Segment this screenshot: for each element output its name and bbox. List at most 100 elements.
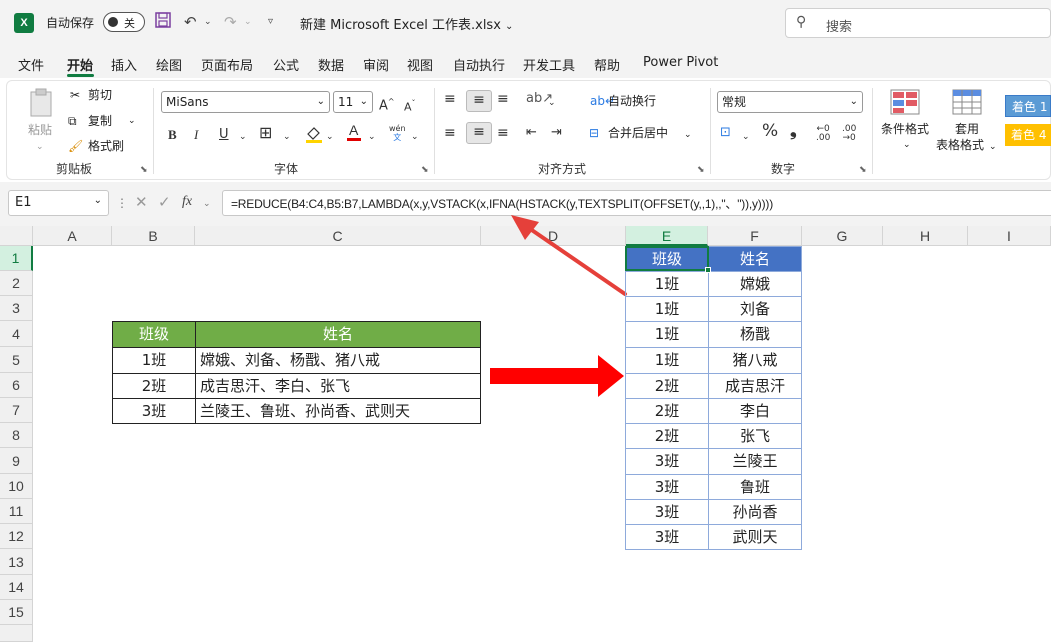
tab-automate[interactable]: 自动执行 (453, 55, 505, 74)
formula-input[interactable]: =REDUCE(B4:C4,B5:B7,LAMBDA(x,y,VSTACK(x,… (222, 190, 1051, 216)
result-cell-class[interactable]: 1班 (625, 296, 709, 322)
clipboard-launcher-icon[interactable]: ⬊ (140, 165, 148, 175)
customize-toolbar-icon[interactable]: ▿ (268, 12, 273, 32)
row-header[interactable]: 11 (0, 499, 33, 524)
decrease-indent-icon[interactable]: ⇤ (526, 124, 537, 142)
fill-color-icon[interactable] (305, 124, 323, 150)
sheet-grid[interactable] (33, 246, 1051, 642)
cut-button[interactable]: 剪切 (88, 86, 112, 104)
font-color-icon[interactable]: A (346, 122, 362, 148)
result-cell-name[interactable]: 武则天 (708, 524, 802, 550)
select-all-corner[interactable] (0, 226, 33, 246)
result-cell-class[interactable]: 1班 (625, 347, 709, 374)
align-bottom-icon[interactable]: ≡ (497, 90, 509, 108)
merge-center-icon[interactable]: ⊟ (589, 124, 599, 142)
align-middle-icon[interactable]: ≡ (466, 90, 492, 112)
cancel-icon[interactable]: ✕ (135, 193, 148, 211)
source-cell-names[interactable]: 兰陵王、鲁班、孙尚香、武则天 (195, 398, 481, 424)
copy-icon[interactable]: ⧉ (68, 112, 77, 130)
row-header[interactable]: 13 (0, 549, 33, 575)
format-as-table-dropdown-icon[interactable]: ⌄ (989, 138, 997, 156)
row-header[interactable]: 5 (0, 347, 33, 373)
fx-dropdown-icon[interactable]: ⌄ (203, 195, 211, 213)
source-header-class[interactable]: 班级 (112, 321, 196, 348)
enter-icon[interactable]: ✓ (158, 193, 171, 211)
increase-decimal-icon[interactable]: ←0.00 (816, 125, 830, 143)
result-cell-class[interactable]: 3班 (625, 474, 709, 500)
cut-icon[interactable]: ✂ (70, 86, 80, 104)
row-header[interactable]: 8 (0, 423, 33, 448)
result-cell-class[interactable]: 2班 (625, 373, 709, 399)
row-header[interactable]: 7 (0, 398, 33, 423)
column-header-g[interactable]: G (802, 226, 883, 246)
row-header[interactable]: 15 (0, 600, 33, 625)
result-cell-class[interactable]: 1班 (625, 321, 709, 348)
underline-dropdown-icon[interactable]: ⌄ (239, 128, 247, 146)
source-cell-class[interactable]: 2班 (112, 373, 196, 399)
result-cell-name[interactable]: 嫦娥 (708, 271, 802, 297)
copy-button[interactable]: 复制 (88, 112, 112, 130)
italic-button[interactable]: I (194, 126, 198, 144)
tab-page-layout[interactable]: 页面布局 (201, 55, 253, 74)
row-header[interactable]: 9 (0, 448, 33, 474)
tab-developer[interactable]: 开发工具 (523, 55, 575, 74)
undo-dropdown-icon[interactable]: ⌄ (204, 12, 212, 32)
underline-button[interactable]: U (219, 126, 229, 144)
phonetic-dropdown-icon[interactable]: ⌄ (411, 128, 419, 146)
column-header-a[interactable]: A (33, 226, 112, 246)
result-header-name[interactable]: 姓名 (708, 246, 802, 272)
undo-icon[interactable]: ↶ (184, 12, 197, 32)
currency-icon[interactable]: ⊡ (720, 124, 731, 142)
bold-button[interactable]: B (168, 126, 177, 144)
result-cell-name[interactable]: 孙尚香 (708, 499, 802, 525)
decrease-font-size-icon[interactable]: Aˇ (404, 95, 416, 117)
paste-button[interactable]: 粘贴 (28, 121, 52, 139)
result-cell-name[interactable]: 成吉思汗 (708, 373, 802, 399)
result-cell-name[interactable]: 刘备 (708, 296, 802, 322)
format-painter-icon[interactable]: 🖌 (68, 137, 83, 155)
search-box[interactable]: ⚲ 搜索 (785, 8, 1051, 38)
result-cell-class[interactable]: 3班 (625, 524, 709, 550)
align-right-icon[interactable]: ≡ (497, 124, 509, 142)
tab-view[interactable]: 视图 (407, 55, 433, 74)
name-box[interactable]: E1 ⌄ (8, 190, 109, 216)
result-cell-name[interactable]: 李白 (708, 398, 802, 424)
column-header-b[interactable]: B (112, 226, 195, 246)
autosave-toggle[interactable]: 关 (103, 12, 145, 32)
result-cell-class[interactable]: 3班 (625, 499, 709, 525)
alignment-launcher-icon[interactable]: ⬊ (697, 165, 705, 175)
currency-dropdown-icon[interactable]: ⌄ (742, 128, 750, 146)
row-header-partial[interactable] (0, 625, 33, 642)
row-header[interactable]: 10 (0, 474, 33, 499)
column-header-h[interactable]: H (883, 226, 968, 246)
conditional-format-icon[interactable] (890, 89, 920, 120)
tab-insert[interactable]: 插入 (111, 55, 137, 74)
insert-function-button[interactable]: fx (182, 193, 192, 211)
source-header-name[interactable]: 姓名 (195, 321, 481, 348)
result-cell-class[interactable]: 1班 (625, 271, 709, 297)
redo-dropdown-icon[interactable]: ⌄ (244, 12, 252, 32)
tab-data[interactable]: 数据 (318, 55, 344, 74)
phonetic-icon[interactable]: wén 文 (389, 124, 406, 142)
result-cell-name[interactable]: 杨戬 (708, 321, 802, 348)
wrap-text-button[interactable]: 自动换行 (608, 92, 656, 110)
result-cell-class[interactable]: 2班 (625, 398, 709, 424)
source-cell-class[interactable]: 1班 (112, 347, 196, 374)
align-left-icon[interactable]: ≡ (444, 124, 456, 142)
increase-font-size-icon[interactable]: A^ (379, 93, 395, 115)
copy-dropdown-icon[interactable]: ⌄ (128, 112, 136, 130)
row-header[interactable]: 3 (0, 296, 33, 321)
format-painter-button[interactable]: 格式刷 (88, 137, 124, 155)
fill-handle[interactable] (705, 267, 711, 273)
column-header-f[interactable]: F (708, 226, 802, 246)
row-header[interactable]: 14 (0, 575, 33, 600)
fill-color-dropdown-icon[interactable]: ⌄ (326, 128, 334, 146)
result-cell-name[interactable]: 鲁班 (708, 474, 802, 500)
font-launcher-icon[interactable]: ⬊ (421, 165, 429, 175)
tab-help[interactable]: 帮助 (594, 55, 620, 74)
column-header-e[interactable]: E (626, 226, 708, 246)
tab-power-pivot[interactable]: Power Pivot (643, 55, 718, 70)
increase-indent-icon[interactable]: ⇥ (551, 124, 562, 142)
merge-center-button[interactable]: 合并后居中 (608, 124, 668, 142)
comma-style-icon[interactable]: ❟ (790, 122, 797, 140)
